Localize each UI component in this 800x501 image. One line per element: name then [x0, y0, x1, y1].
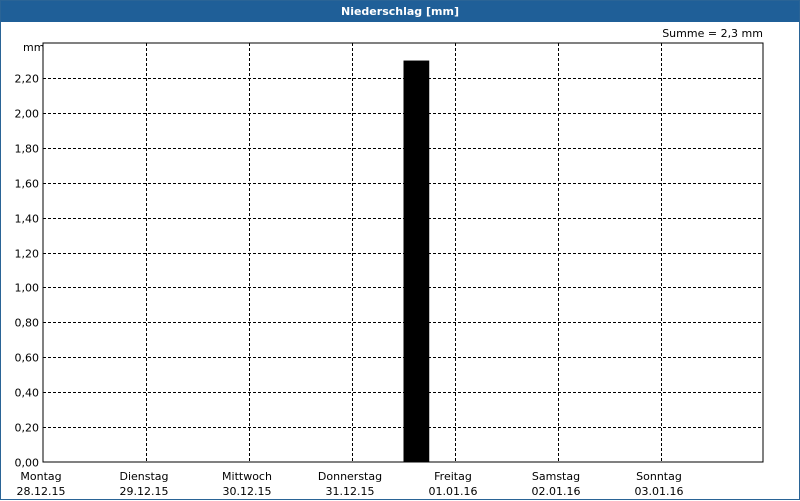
grid	[43, 43, 763, 462]
bars	[403, 60, 430, 462]
sum-label: Summe = 2,3 mm	[662, 27, 763, 40]
x-tick-date-label: 02.01.16	[532, 485, 581, 498]
y-tick-label: 1,60	[15, 178, 40, 191]
x-tick-day-label: Freitag	[434, 470, 472, 483]
y-tick-label: 1,80	[15, 143, 40, 156]
x-tick-day-label: Samstag	[532, 470, 580, 483]
y-tick-label: 0,00	[15, 457, 40, 470]
x-tick-day-label: Donnerstag	[318, 470, 382, 483]
x-tick-date-label: 03.01.16	[635, 485, 684, 498]
y-tick-label: 1,20	[15, 248, 40, 261]
plot-border	[42, 42, 764, 463]
x-tick-day-label: Montag	[20, 470, 61, 483]
y-tick-label: 2,00	[15, 108, 40, 121]
x-tick-date-label: 29.12.15	[120, 485, 169, 498]
y-axis-label: mm	[23, 41, 44, 54]
precipitation-chart: 0,00 0,20 0,40 0,60 0,80 1,00 1,20 1,40 1,60 1,80…	[15, 27, 764, 498]
y-tick-label: 0,80	[15, 317, 40, 330]
y-tick-label: 1,00	[15, 282, 40, 295]
y-tick-label: 0,20	[15, 422, 40, 435]
x-tick-day-label: Mittwoch	[222, 470, 272, 483]
y-tick-label: 0,60	[15, 352, 40, 365]
x-tick-date-label: 28.12.15	[17, 485, 66, 498]
x-tick-day-label: Dienstag	[119, 470, 168, 483]
y-axis-ticks: 0,00 0,20 0,40 0,60 0,80 1,00 1,20 1,40 1,60 1,80…	[15, 73, 40, 470]
x-axis-ticks: Montag 28.12.15 Dienstag 29.12.15 Mittwoch 30…	[17, 470, 684, 498]
y-tick-label: 2,20	[15, 73, 40, 86]
precipitation-bar	[403, 60, 430, 462]
x-tick-date-label: 30.12.15	[223, 485, 272, 498]
chart-window: Niederschlag [mm] 0,00 0,20 0,40 0,60 0,80 1,…	[0, 0, 800, 500]
y-tick-label: 1,40	[15, 213, 40, 226]
x-tick-day-label: Sonntag	[636, 470, 682, 483]
y-tick-label: 0,40	[15, 387, 40, 400]
x-tick-date-label: 01.01.16	[429, 485, 478, 498]
x-tick-date-label: 31.12.15	[326, 485, 375, 498]
